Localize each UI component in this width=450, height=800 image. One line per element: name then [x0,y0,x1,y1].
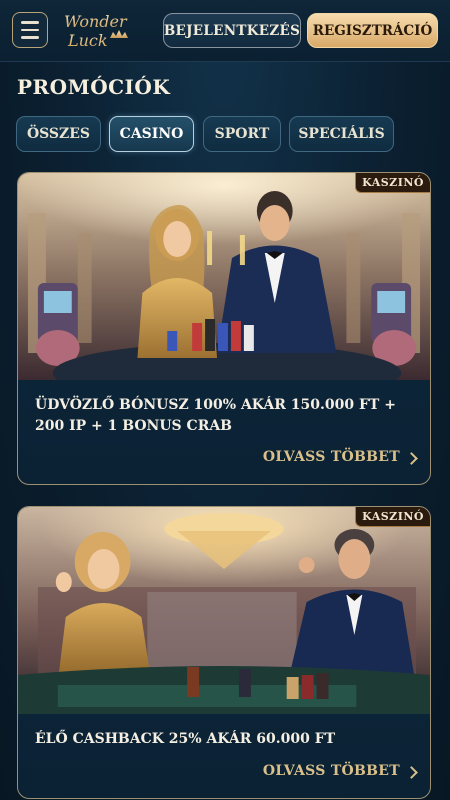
promo-card[interactable]: KASZINÓ ÉLŐ CASHBACK 25% AKÁR 60.000 FT … [17,506,431,799]
logo-wordmark-bottom: Luck [67,31,108,50]
menu-icon-bar [21,28,39,32]
login-button[interactable]: BEJELENTKEZÉS [163,13,301,48]
menu-icon-bar [21,36,39,39]
category-badge: KASZINÓ [355,173,430,193]
promo-card[interactable]: KASZINÓ ÜDVÖZLŐ BÓNUSZ 100% AKÁR 150.000… [17,172,431,485]
category-badge: KASZINÓ [355,507,430,527]
promo-title: ÉLŐ CASHBACK 25% AKÁR 60.000 FT [35,731,336,747]
promo-image [18,507,430,714]
register-button[interactable]: REGISZTRÁCIÓ [307,13,438,48]
brand-logo[interactable]: Wonder Luck [62,8,140,54]
read-more-link[interactable]: OLVASS TÖBBET [263,763,400,779]
tab-sport[interactable]: SPORT [203,116,281,152]
promo-image [18,173,430,380]
tab-casino[interactable]: CASINO [109,116,194,152]
chevron-right-icon [405,452,418,465]
promo-title: ÜDVÖZLŐ BÓNUSZ 100% AKÁR 150.000 FT + 20… [35,397,396,434]
tab-all[interactable]: ÖSSZES [16,116,101,152]
crown-icon [110,30,128,38]
top-header: Wonder Luck BEJELENTKEZÉS REGISZTRÁCIÓ [0,0,450,62]
promo-image-roulette-couple [18,507,430,714]
promo-image-casino-couple [18,173,430,380]
read-more-link[interactable]: OLVASS TÖBBET [263,449,400,465]
menu-icon-bar [21,21,39,24]
chevron-right-icon [405,766,418,779]
tab-special[interactable]: SPECIÁLIS [289,116,394,152]
menu-button[interactable] [12,12,48,48]
logo-wordmark-top: Wonder [64,12,128,31]
page-title: PROMÓCIÓK [17,75,171,99]
brand-logo-image: Wonder Luck [64,12,128,50]
